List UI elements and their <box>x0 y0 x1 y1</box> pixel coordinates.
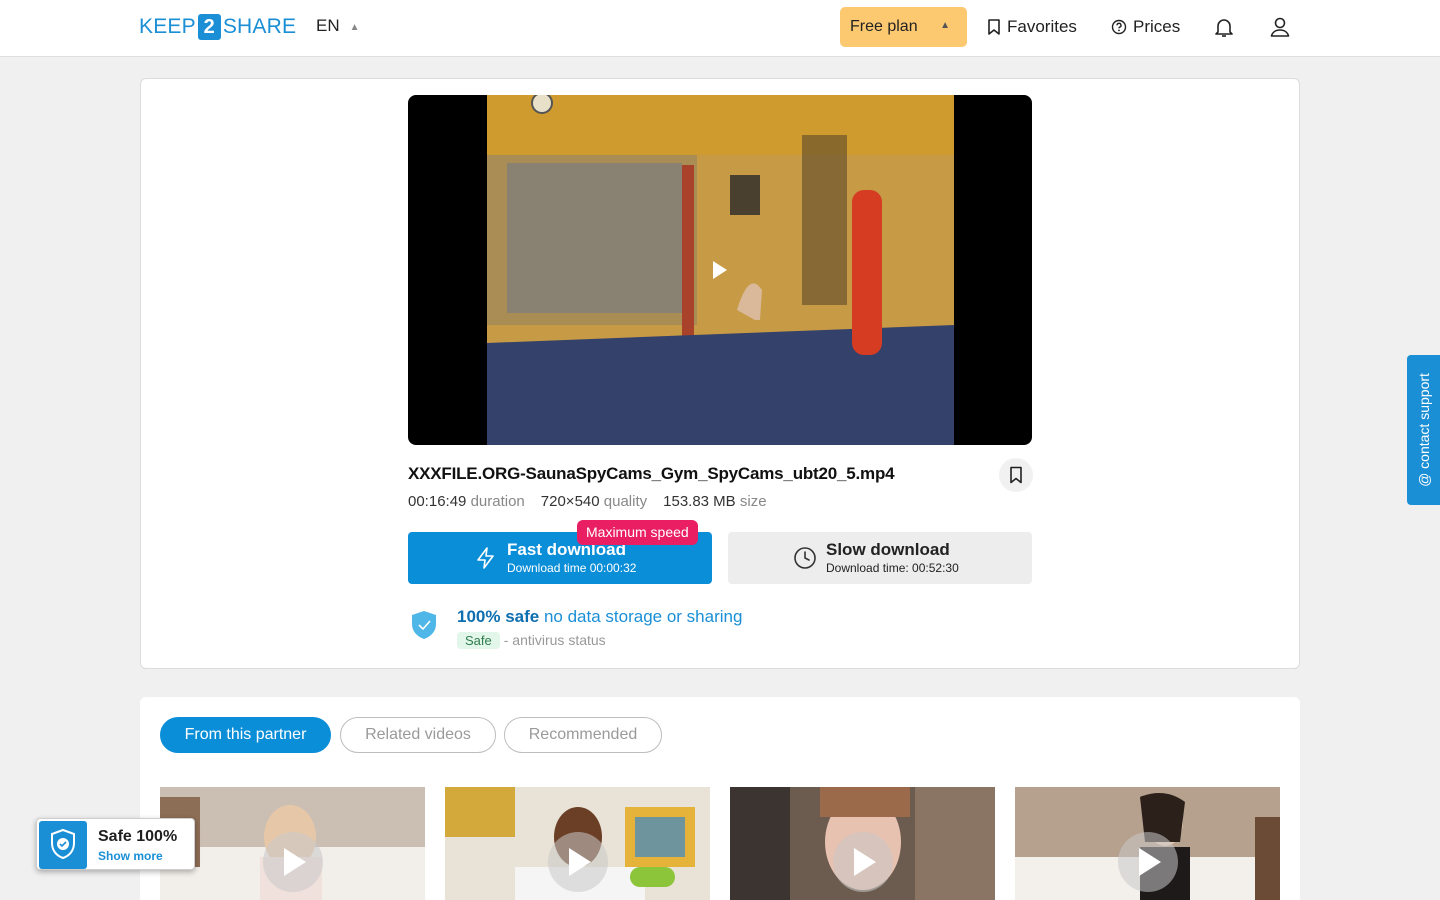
quality-meta: 720×540 quality <box>541 493 647 510</box>
bookmark-icon <box>1010 466 1022 484</box>
size-value: 153.83 MB <box>663 493 736 510</box>
shield-check-icon <box>412 611 436 639</box>
prices-link[interactable]: Prices <box>1111 17 1180 37</box>
video-thumbnail[interactable] <box>445 787 710 900</box>
size-meta: 153.83 MB size <box>663 493 766 510</box>
top-header: KEEP 2 SHARE EN ▲ Free plan ▲ Favorites … <box>0 0 1440 57</box>
video-frame <box>487 95 954 445</box>
slow-download-label: Slow download <box>826 540 950 559</box>
bookmark-icon <box>988 19 1000 35</box>
chevron-up-icon: ▲ <box>349 21 360 33</box>
clock-icon <box>794 547 816 569</box>
play-icon <box>548 832 608 892</box>
lightning-icon <box>477 547 494 569</box>
duration-label: duration <box>470 493 525 510</box>
file-meta: 00:16:49 duration 720×540 quality 153.83… <box>408 493 767 510</box>
video-thumbnail[interactable] <box>730 787 995 900</box>
file-name: XXXFILE.ORG-SaunaSpyCams_Gym_SpyCams_ubt… <box>408 464 895 483</box>
bell-icon[interactable] <box>1212 15 1236 39</box>
duration-meta: 00:16:49 duration <box>408 493 525 510</box>
chevron-up-icon: ▲ <box>940 20 950 31</box>
logo-text-right: SHARE <box>222 15 297 38</box>
plan-dropdown[interactable]: Free plan ▲ <box>840 7 967 47</box>
language-selector[interactable]: EN ▲ <box>316 16 360 36</box>
play-icon <box>1118 832 1178 892</box>
quality-label: quality <box>603 493 648 510</box>
logo-text-left: KEEP <box>139 15 196 38</box>
safe-subline: no data storage or sharing <box>543 607 743 626</box>
size-label: size <box>739 493 767 510</box>
slow-download-button[interactable]: Slow download Download time: 00:52:30 <box>728 532 1032 584</box>
maximum-speed-badge: Maximum speed <box>577 520 698 545</box>
file-card: XXXFILE.ORG-SaunaSpyCams_Gym_SpyCams_ubt… <box>140 78 1300 669</box>
shield-check-icon <box>51 828 75 860</box>
language-label: EN <box>316 16 340 35</box>
plan-label: Free plan <box>850 18 918 35</box>
duration-value: 00:16:49 <box>408 493 467 510</box>
safe-badge-title: Safe 100% <box>98 828 178 845</box>
antivirus-status: Safe - antivirus status <box>457 632 606 649</box>
tab-recommended[interactable]: Recommended <box>504 717 662 753</box>
bookmark-button[interactable] <box>999 458 1033 492</box>
video-thumbnail[interactable] <box>160 787 425 900</box>
prices-label: Prices <box>1133 17 1181 36</box>
user-icon[interactable] <box>1268 15 1292 39</box>
antivirus-status-text: - antivirus status <box>503 632 606 648</box>
slow-download-time: Download time: 00:52:30 <box>826 561 959 575</box>
tab-related-videos[interactable]: Related videos <box>340 717 496 753</box>
favorites-label: Favorites <box>1007 17 1077 36</box>
safe-status-badge: Safe <box>457 632 500 649</box>
keep2share-logo[interactable]: KEEP 2 SHARE <box>139 14 296 40</box>
contact-support-label: @ contact support <box>1415 373 1432 487</box>
safe-headline: 100% safe no data storage or sharing <box>457 607 742 627</box>
show-more-link[interactable]: Show more <box>98 849 163 863</box>
video-thumbnail[interactable] <box>1015 787 1280 900</box>
favorites-link[interactable]: Favorites <box>987 17 1077 37</box>
help-circle-icon <box>1111 19 1127 35</box>
play-icon <box>263 832 323 892</box>
quality-value: 720×540 <box>540 493 600 510</box>
contact-support-tab[interactable]: @ contact support <box>1407 355 1440 505</box>
related-section: From this partner Related videos Recomme… <box>140 697 1300 900</box>
safe-100-badge[interactable]: Safe 100% Show more <box>36 818 195 870</box>
safe-bold: 100% safe <box>457 607 540 626</box>
tab-from-this-partner[interactable]: From this partner <box>160 717 331 753</box>
fast-download-time: Download time 00:00:32 <box>507 561 637 575</box>
slow-download-text: Slow download Download time: 00:52:30 <box>826 541 959 576</box>
logo-text-mid: 2 <box>197 14 221 40</box>
shield-badge-bg <box>39 821 87 869</box>
fast-download-text: Fast download Download time 00:00:32 <box>507 541 636 576</box>
video-player[interactable] <box>408 95 1032 445</box>
play-icon <box>833 832 893 892</box>
